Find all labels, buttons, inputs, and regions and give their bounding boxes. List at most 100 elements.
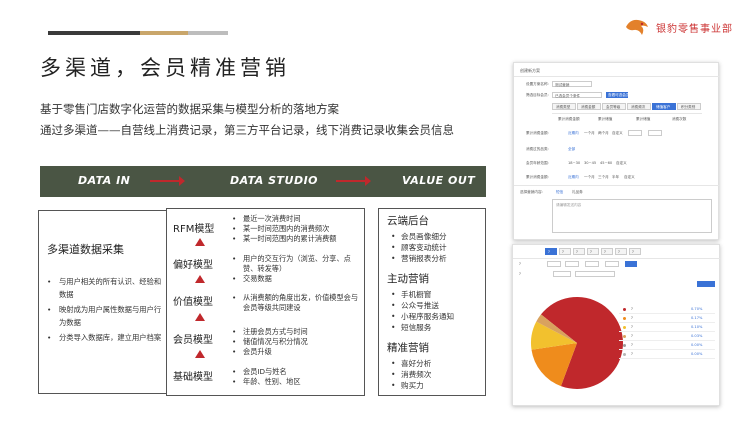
list-item: 公众号推送 <box>391 300 454 311</box>
list-item: 储值情况与积分情况 <box>231 337 361 347</box>
tab-analysis-2[interactable]: ? <box>559 248 571 255</box>
data-in-title: 多渠道数据采集 <box>47 243 124 256</box>
export-button[interactable] <box>697 281 715 287</box>
compare-select[interactable] <box>553 271 571 277</box>
channel-coupon-radio[interactable]: 礼品券 <box>572 190 583 195</box>
value-group-title: 云端后台 <box>387 215 429 227</box>
tab-label: ? <box>632 250 634 254</box>
title-bar-grey <box>188 31 228 35</box>
filter-option[interactable]: 近期内 <box>568 175 579 180</box>
triangle-up-icon <box>195 238 205 246</box>
filter-option[interactable]: 近期内 <box>568 131 579 136</box>
divider <box>552 113 702 114</box>
tab-label: 消费金额 <box>581 105 596 109</box>
logo-text: 银豹零售事业部 <box>656 23 733 35</box>
filter-option[interactable]: 两个月 <box>598 131 609 136</box>
date-select[interactable] <box>585 261 599 267</box>
tab-label: 储值客户 <box>656 105 671 109</box>
model-name: 会员模型 <box>173 335 213 346</box>
triangle-up-icon <box>195 313 205 321</box>
filter-option[interactable]: 自定义 <box>616 161 627 166</box>
value-group-items: 喜好分析 消费频次 购买力 <box>391 358 431 391</box>
tab-label: 消费频次 <box>631 105 646 109</box>
option-checkbox[interactable]: 累计消费金额 <box>558 117 580 122</box>
model-name: RFM模型 <box>173 224 215 235</box>
date-select[interactable] <box>565 261 579 267</box>
model-items: 用户的交互行为（浏览、分享、点赞、转发等） 交易数据 <box>231 254 361 284</box>
tab-analysis-3[interactable]: ? <box>573 248 585 255</box>
triangle-up-icon <box>195 350 205 358</box>
model-name: 价值模型 <box>173 297 213 308</box>
tab-label: ? <box>618 250 620 254</box>
model-items: 注册会员方式与时间 储值情况与积分情况 会员升级 <box>231 327 361 357</box>
legend-value: 0.70% <box>691 307 703 311</box>
date-select[interactable] <box>547 261 561 267</box>
view-members-button[interactable]: 查看可选会员 <box>606 92 630 98</box>
list-item: 短信服务 <box>391 322 454 333</box>
list-item: 会员ID与姓名 <box>231 367 361 377</box>
tab-consume-amount[interactable]: 消费金额 <box>577 103 601 110</box>
tab-consume-type[interactable]: 消费类型 <box>552 103 576 110</box>
range-input[interactable] <box>648 130 662 136</box>
channel-sms-radio[interactable]: 短信 <box>556 190 563 195</box>
filter-option[interactable]: 一个月 <box>584 131 595 136</box>
divider <box>514 185 720 186</box>
tab-analysis-4[interactable]: ? <box>587 248 599 255</box>
filter-option[interactable]: 三个月 <box>598 175 609 180</box>
filter-option[interactable]: 一个月 <box>584 175 595 180</box>
plan-name-input[interactable]: 测试营销 <box>552 81 592 87</box>
list-item: 顾客变动统计 <box>391 242 447 253</box>
legend-color <box>623 344 626 347</box>
filter-option[interactable]: 30~45 <box>584 161 596 165</box>
filter-option[interactable]: 全部 <box>568 147 575 152</box>
legend-value: 0.00% <box>691 352 703 356</box>
compare-select[interactable] <box>575 271 615 277</box>
arrow-icon <box>336 176 371 186</box>
filter-option[interactable]: 自定义 <box>624 175 635 180</box>
option-checkbox[interactable]: 累计储值 <box>598 117 612 122</box>
tab-consume-frequency[interactable]: 消费频次 <box>627 103 651 110</box>
tab-label: ? <box>604 250 606 254</box>
tab-stored-value[interactable]: 储值客户 <box>652 103 676 110</box>
leopard-logo-icon <box>626 19 648 35</box>
pie-legend: ? 0.70%? 0.17%? 0.10%? 0.03%? 0.00%? 0.00% <box>619 305 715 359</box>
tab-label: ? <box>576 250 578 254</box>
legend-color <box>623 326 626 329</box>
title-bar-gold <box>140 31 188 35</box>
list-item: 注册会员方式与时间 <box>231 327 361 337</box>
tab-label: ? <box>562 250 564 254</box>
tab-points[interactable]: 积分类别 <box>677 103 701 110</box>
legend-item: ? 0.70% <box>619 305 715 314</box>
tab-analysis-7[interactable]: ? <box>629 248 641 255</box>
band-label-data-studio: DATA STUDIO <box>230 174 319 187</box>
option-checkbox[interactable]: 累计储值 <box>636 117 650 122</box>
range-input[interactable] <box>628 130 642 136</box>
legend-label: ? <box>631 316 633 320</box>
model-name: 偏好模型 <box>173 260 213 271</box>
filter-option[interactable]: 45~60 <box>600 161 612 165</box>
legend-value: 0.10% <box>691 325 703 329</box>
target-member-input[interactable]: 已选会员个条件 <box>552 92 602 98</box>
list-item: 分类导入数据库，建立用户档案 <box>45 331 163 344</box>
tab-analysis-6[interactable]: ? <box>615 248 627 255</box>
list-item: 手机橱窗 <box>391 289 454 300</box>
intro-line-2: 通过多渠道——自营线上消费记录，第三方平台记录，线下消费记录收集会员信息 <box>40 123 454 137</box>
option-checkbox[interactable]: 消费次数 <box>672 117 686 122</box>
title-bar-dark <box>48 31 140 35</box>
legend-item: ? 0.00% <box>619 350 715 359</box>
query-button[interactable] <box>625 261 637 267</box>
date-select[interactable] <box>605 261 619 267</box>
tab-member-level[interactable]: 会员等级 <box>602 103 626 110</box>
model-name: 基础模型 <box>173 372 213 383</box>
message-textarea[interactable]: 请编辑发送内容 <box>552 199 712 233</box>
filter-option[interactable]: 自定义 <box>612 131 623 136</box>
tab-analysis-1[interactable]: ? <box>545 248 557 255</box>
legend-label: ? <box>631 325 633 329</box>
filter-label: 会员年龄范围: <box>526 161 549 165</box>
list-item: 年龄、性别、地区 <box>231 377 361 387</box>
page-title: 多渠道，会员精准营销 <box>40 56 290 80</box>
filter-option[interactable]: 18~30 <box>568 161 580 165</box>
tab-analysis-5[interactable]: ? <box>601 248 613 255</box>
tab-label: 会员等级 <box>606 105 621 109</box>
filter-option[interactable]: 半年 <box>612 175 619 180</box>
